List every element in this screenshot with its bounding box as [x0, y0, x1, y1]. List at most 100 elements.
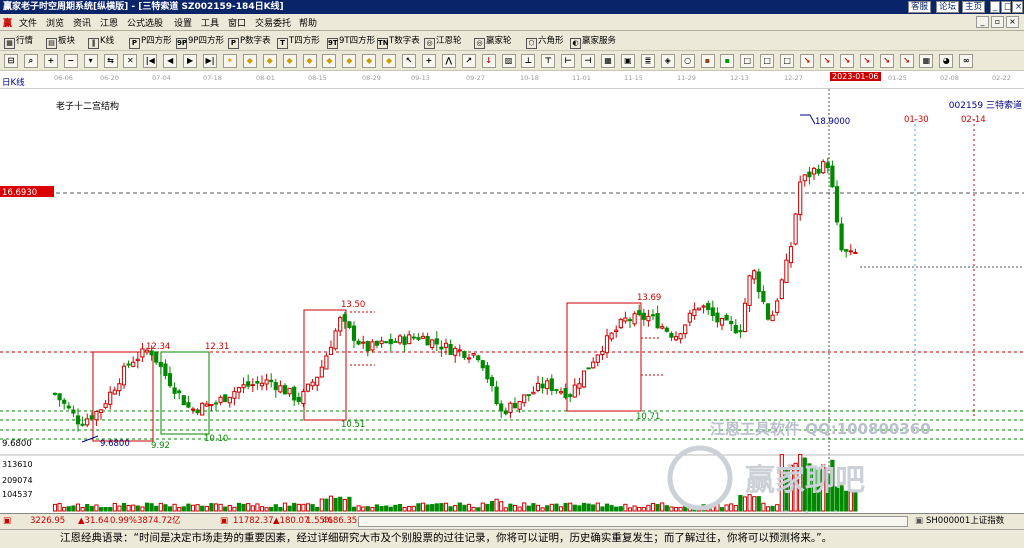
maximize-icon[interactable]: □ — [1001, 1, 1012, 13]
candle — [361, 341, 366, 344]
menu-help[interactable]: 帮助 — [299, 16, 317, 29]
menu-settings[interactable]: 设置 — [174, 16, 192, 29]
arrow-icon[interactable]: ↗ — [461, 54, 476, 68]
link-service[interactable]: 客服 — [908, 1, 932, 13]
menu-browse[interactable]: 浏览 — [46, 16, 64, 29]
candle — [402, 336, 407, 345]
volume-bar — [499, 501, 504, 512]
color-wheel-icon[interactable]: ◕ — [939, 54, 954, 68]
play-icon[interactable]: ▶ — [183, 54, 198, 68]
diamond-icon[interactable]: ◆ — [302, 54, 317, 68]
zoom-out-icon[interactable]: − — [63, 54, 78, 68]
candle — [305, 383, 311, 392]
diamond-icon[interactable]: ◆ — [282, 54, 297, 68]
index-selector[interactable]: SH000001上证指数 — [926, 514, 1004, 528]
brown-icon[interactable]: ▪ — [700, 54, 715, 68]
red-arrow-icon[interactable]: ↘ — [819, 54, 834, 68]
toolbar-service-button[interactable]: ◐ 赢家服务 — [570, 34, 616, 49]
toolbar-gann-wheel-button[interactable]: ◎ 江恩轮 — [424, 34, 462, 49]
toolbar-label: 行情 — [16, 36, 34, 46]
service-icon: ◐ — [570, 38, 581, 49]
horizontal-scrollbar[interactable] — [358, 516, 908, 527]
zoom-in-icon[interactable]: + — [43, 54, 58, 68]
menu-tools[interactable]: 工具 — [201, 16, 219, 29]
volume-bar — [112, 502, 117, 512]
toolbar-t-square-button[interactable]: T T四方形 — [277, 34, 320, 49]
volume-bar — [75, 503, 81, 512]
toolbar-grid-button[interactable]: ▦ 行情 — [4, 34, 34, 49]
box-icon[interactable]: □ — [740, 54, 755, 68]
find-icon[interactable]: ⌕ — [23, 54, 38, 68]
x-mark-icon[interactable]: ✕ — [123, 54, 138, 68]
photo-icon[interactable]: ▣ — [620, 54, 635, 68]
prev-icon[interactable]: ◀ — [163, 54, 178, 68]
toolbar-hexagon-button[interactable]: ⬡ 六角形 — [526, 34, 564, 49]
toolbar-p-number-button[interactable]: P P数字表 — [228, 34, 271, 49]
child-close-icon[interactable]: × — [1006, 16, 1019, 28]
volume-bar — [181, 506, 186, 512]
candle — [62, 399, 67, 404]
toolbar-9p-square-button[interactable]: 9P9P四方形 — [176, 34, 224, 49]
zigzag-icon[interactable]: ⋀ — [441, 54, 456, 68]
box-icon[interactable]: □ — [780, 54, 795, 68]
toolbar-p-square-button[interactable]: P P四方形 — [129, 34, 172, 49]
bar-d-icon[interactable]: ⊣ — [581, 54, 596, 68]
diamond-icon[interactable]: ◆ — [242, 54, 257, 68]
red-arrow-icon[interactable]: ↘ — [859, 54, 874, 68]
link-home[interactable]: 主页 — [962, 1, 986, 13]
menu-info[interactable]: 资讯 — [73, 16, 91, 29]
close-icon[interactable]: × — [1012, 1, 1023, 13]
red-arrow-icon[interactable]: ↘ — [879, 54, 894, 68]
cursor-icon[interactable]: ↖ — [402, 54, 416, 68]
layout-icon[interactable]: ⊟ — [4, 54, 18, 68]
candle — [586, 367, 591, 370]
toolbar-t-number-button[interactable]: TNT数字表 — [377, 34, 420, 49]
bar-a-icon[interactable]: ⊥ — [521, 54, 536, 68]
next-icon[interactable]: ▶| — [203, 54, 217, 68]
toolbar-9t-square-button[interactable]: 9T9T四方形 — [327, 34, 375, 49]
menu-formula[interactable]: 公式选股 — [127, 16, 163, 29]
palette-icon[interactable]: ◈ — [660, 54, 675, 68]
box-icon[interactable]: □ — [760, 54, 775, 68]
volume-bar — [623, 503, 628, 512]
grid-icon[interactable]: ▦ — [919, 54, 934, 68]
bar-b-icon[interactable]: ⊤ — [541, 54, 556, 68]
diamond-icon[interactable]: ◆ — [362, 54, 377, 68]
diamond-icon[interactable]: ◆ — [342, 54, 357, 68]
menu-trade[interactable]: 交易委托 — [255, 16, 291, 29]
menu-gann[interactable]: 江恩 — [100, 16, 118, 29]
compare-icon[interactable]: ⇆ — [103, 54, 118, 68]
child-restore-icon[interactable]: ▫ — [991, 16, 1004, 28]
layers-icon[interactable]: ≣ — [640, 54, 655, 68]
table-icon[interactable]: ▦ — [601, 54, 615, 68]
green-icon[interactable]: ▪ — [720, 54, 735, 68]
star-icon[interactable]: ✶ — [222, 54, 237, 68]
toolbar-winner-wheel-button[interactable]: ◎ 赢家轮 — [474, 34, 512, 49]
menu-window[interactable]: 窗口 — [228, 16, 246, 29]
red-arrow-icon[interactable]: ↘ — [800, 54, 814, 68]
diamond-icon[interactable]: ◆ — [262, 54, 277, 68]
red-down-icon[interactable]: ↓ — [481, 54, 496, 68]
color-icon[interactable]: ▨ — [501, 54, 516, 68]
red-arrow-icon[interactable]: ↘ — [899, 54, 914, 68]
first-icon[interactable]: |◀ — [143, 54, 158, 68]
volume-bar — [761, 502, 766, 512]
link-forum[interactable]: 论坛 — [936, 1, 960, 13]
wave-icon[interactable]: ∞ — [959, 54, 974, 68]
menu-file[interactable]: 文件 — [19, 16, 37, 29]
minimize-icon[interactable]: _ — [990, 1, 1000, 13]
diamond-icon[interactable]: ◆ — [382, 54, 397, 68]
chart-icon[interactable]: ▣ — [915, 514, 923, 528]
candle — [420, 335, 426, 339]
bar-c-icon[interactable]: ⊢ — [561, 54, 576, 68]
kline-chart[interactable]: 老子十二宫结构 002159 三特索道 01-30 02-14 16.6930 18.90… — [0, 89, 1024, 515]
toolbar-candle-button[interactable]: ‖ K线 — [88, 34, 114, 49]
crosshair-icon[interactable]: + — [421, 54, 436, 68]
diamond-icon[interactable]: ◆ — [322, 54, 337, 68]
child-minimize-icon[interactable]: _ — [976, 16, 989, 28]
toolbar-block-button[interactable]: ▤ 板块 — [46, 34, 75, 49]
red-arrow-icon[interactable]: ↘ — [839, 54, 854, 68]
dropdown-icon[interactable]: ▾ — [83, 54, 98, 68]
candle — [572, 384, 577, 398]
circle-icon[interactable]: ○ — [680, 54, 695, 68]
